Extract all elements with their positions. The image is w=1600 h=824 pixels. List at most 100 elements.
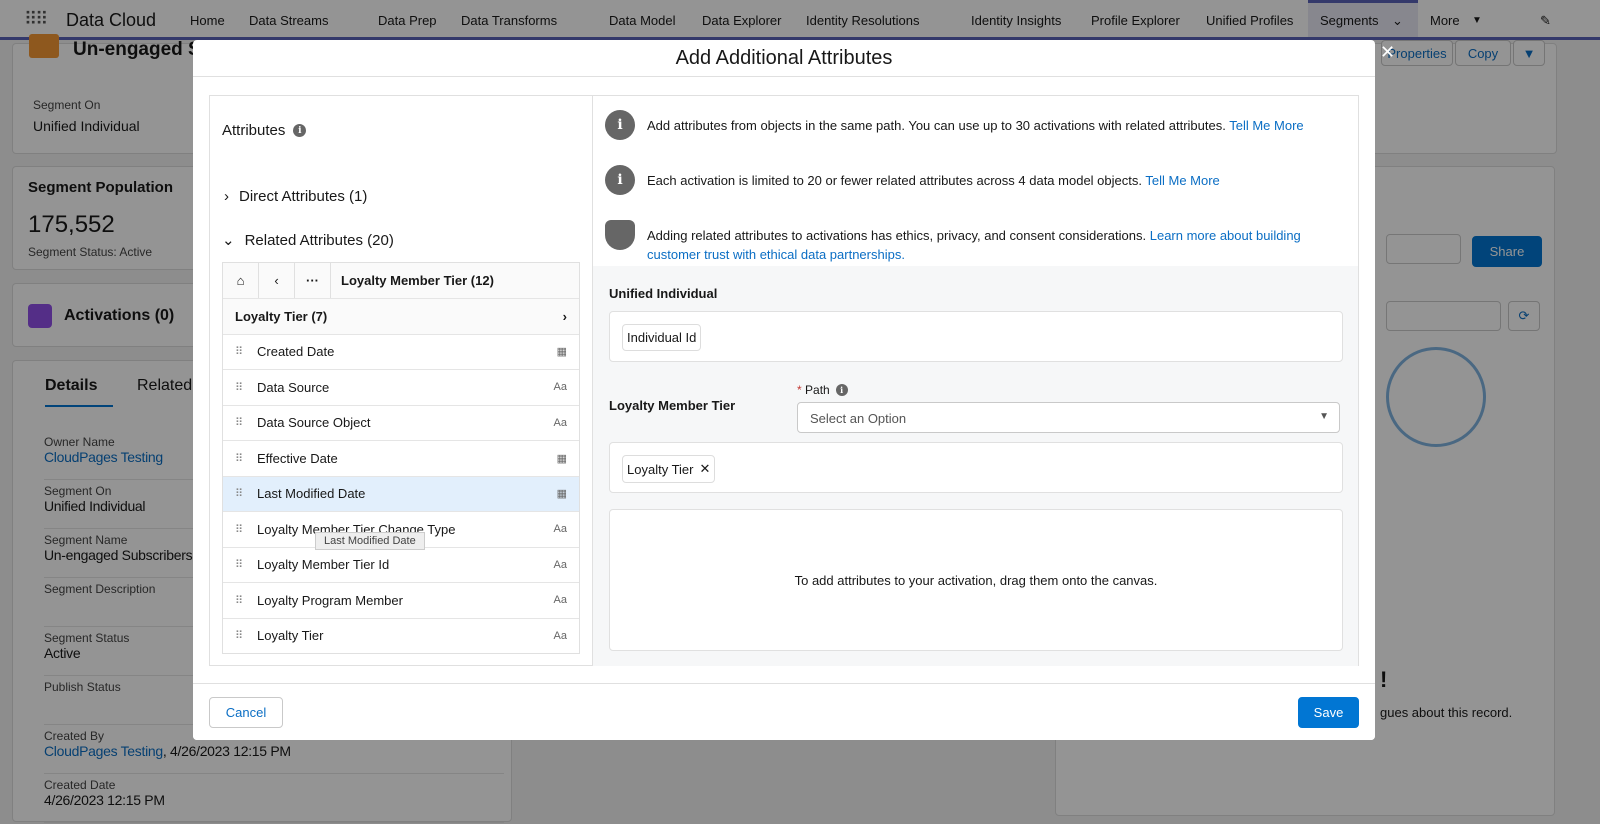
- nav-tab-data-explorer[interactable]: Data Explorer: [702, 13, 781, 28]
- direct-attributes-label: Direct Attributes (1): [239, 188, 368, 205]
- nav-tab-data-model[interactable]: Data Model: [609, 13, 675, 28]
- calendar-icon: ▦: [556, 346, 567, 359]
- field-suffix: , 4/26/2023 12:15 PM: [162, 743, 291, 759]
- activations-icon: [28, 304, 52, 328]
- attribute-tree: ⌂ ‹ ··· Loyalty Member Tier (12) Loyalty…: [222, 262, 580, 654]
- population-count: 175,552: [28, 211, 115, 238]
- related-attributes-section[interactable]: ⌄ Related Attributes (20): [222, 231, 394, 250]
- remove-icon[interactable]: ✕: [699, 461, 710, 477]
- drag-handle-icon[interactable]: ⠿: [235, 452, 257, 465]
- chevron-right-icon: ›: [224, 188, 229, 205]
- info-icon: i: [605, 165, 635, 195]
- feed-empty-title: !: [1380, 667, 1388, 692]
- attribute-row[interactable]: ⠿ Data Source Object Aa: [223, 404, 579, 441]
- unified-individual-dropzone[interactable]: Individual Id: [609, 311, 1343, 362]
- field-value: Unified Individual: [44, 498, 146, 514]
- attribute-row[interactable]: ⠿ Data Source Aa: [223, 369, 579, 405]
- caret-down-icon[interactable]: ▼: [1472, 15, 1482, 26]
- nav-tab-data-streams[interactable]: Data Streams: [249, 13, 328, 28]
- tell-me-more-link[interactable]: Tell Me More: [1145, 173, 1219, 188]
- copy-button[interactable]: Copy: [1455, 40, 1511, 66]
- home-icon[interactable]: ⌂: [223, 263, 259, 298]
- nav-tab-data-transforms[interactable]: Data Transforms: [461, 13, 557, 28]
- app-launcher-icon[interactable]: ⠿⠿: [24, 9, 48, 30]
- detail-field: Created Date 4/26/2023 12:15 PM: [44, 774, 504, 823]
- drag-handle-icon[interactable]: ⠿: [235, 345, 257, 358]
- close-icon[interactable]: ✕: [1380, 42, 1395, 63]
- tab-related[interactable]: Related: [137, 377, 192, 395]
- drag-handle-icon[interactable]: ⠿: [235, 629, 257, 642]
- record-title: Un-engaged S: [73, 39, 201, 60]
- nav-tab-data-prep[interactable]: Data Prep: [378, 13, 437, 28]
- nav-tab-unified-profiles[interactable]: Unified Profiles: [1206, 13, 1293, 28]
- chevron-down-icon[interactable]: ⌄: [1392, 13, 1403, 29]
- attribute-row[interactable]: ⠿ Loyalty Member Tier Id Aa: [223, 546, 579, 583]
- back-icon[interactable]: ‹: [259, 263, 295, 298]
- attribute-row[interactable]: ⠿ Loyalty Program Member Aa: [223, 582, 579, 618]
- attribute-name: Created Date: [257, 344, 335, 360]
- tab-details[interactable]: Details: [45, 377, 114, 407]
- top-nav: ⠿⠿ Data Cloud Home Data Streams Data Pre…: [0, 0, 1600, 40]
- drag-handle-icon[interactable]: ⠿: [235, 487, 257, 500]
- activations-title[interactable]: Activations (0): [64, 307, 174, 325]
- cancel-button[interactable]: Cancel: [209, 697, 283, 728]
- group-label: Loyalty Tier (7): [235, 308, 328, 324]
- nav-tab-home[interactable]: Home: [190, 13, 225, 28]
- drag-handle-icon[interactable]: ⠿: [235, 416, 257, 429]
- text-type-icon: Aa: [553, 523, 567, 536]
- group-row[interactable]: Loyalty Tier (7) ›: [223, 298, 579, 334]
- direct-attributes-section[interactable]: › Direct Attributes (1): [224, 188, 367, 205]
- nav-tab-identity-resolutions[interactable]: Identity Resolutions: [806, 13, 919, 28]
- modal-title: Add Additional Attributes: [193, 40, 1375, 77]
- info-icon: i: [605, 110, 635, 140]
- pill-label: Individual Id: [627, 330, 697, 345]
- info-icon[interactable]: i: [293, 124, 307, 137]
- path-placeholder: Select an Option: [810, 411, 907, 426]
- nav-tab-segments[interactable]: Segments: [1320, 13, 1379, 28]
- attributes-label: Attributes: [222, 122, 286, 139]
- field-value[interactable]: CloudPages Testing: [44, 449, 163, 465]
- attribute-row[interactable]: ⠿ Effective Date ▦: [223, 440, 579, 476]
- attribute-canvas[interactable]: Unified Individual Individual Id Loyalty…: [593, 266, 1358, 666]
- text-type-icon: Aa: [553, 381, 567, 394]
- drag-handle-icon[interactable]: ⠿: [235, 594, 257, 607]
- attribute-pill[interactable]: Loyalty Tier ✕: [622, 455, 716, 483]
- feed-empty-text: gues about this record.: [1380, 705, 1513, 720]
- feed-search-input[interactable]: [1386, 301, 1501, 331]
- attribute-name: Loyalty Program Member: [257, 592, 403, 608]
- segment-status: Segment Status: Active: [28, 245, 153, 259]
- attribute-pill[interactable]: Individual Id: [622, 324, 702, 351]
- nav-tab-identity-insights[interactable]: Identity Insights: [971, 13, 1061, 28]
- edit-icon[interactable]: ✎: [1540, 13, 1551, 29]
- attribute-row[interactable]: ⠿ Last Modified Date ▦: [223, 475, 579, 511]
- activations-card: Activations (0): [12, 283, 212, 347]
- field-label: Created Date: [44, 778, 116, 792]
- drag-handle-icon[interactable]: ⠿: [235, 381, 257, 394]
- empty-dropzone[interactable]: To add attributes to your activation, dr…: [609, 509, 1343, 651]
- loyalty-tier-dropzone[interactable]: Loyalty Tier ✕: [609, 442, 1343, 493]
- attribute-name: Loyalty Member Tier Id: [257, 557, 390, 573]
- breadcrumb: Loyalty Member Tier (12): [341, 273, 494, 288]
- nav-tab-more[interactable]: More: [1430, 13, 1460, 28]
- refresh-icon[interactable]: ⟳: [1508, 301, 1540, 331]
- tell-me-more-link[interactable]: Tell Me More: [1229, 118, 1303, 133]
- drop-hint: To add attributes to your activation, dr…: [794, 572, 1158, 588]
- info-text: Add attributes from objects in the same …: [647, 118, 1226, 133]
- more-icon[interactable]: ···: [295, 263, 331, 298]
- info-icon[interactable]: i: [835, 384, 848, 396]
- share-button[interactable]: Share: [1472, 236, 1542, 267]
- attribute-row[interactable]: ⠿ Loyalty Tier Aa: [223, 617, 579, 654]
- app-name: Data Cloud: [66, 10, 157, 30]
- attribute-row[interactable]: ⠿ Created Date ▦: [223, 333, 579, 370]
- drag-handle-icon[interactable]: ⠿: [235, 558, 257, 571]
- path-select[interactable]: Select an Option ▼: [797, 402, 1340, 433]
- save-button[interactable]: Save: [1298, 697, 1359, 728]
- more-actions-button[interactable]: ▼: [1513, 40, 1545, 66]
- calendar-icon: ▦: [556, 488, 567, 501]
- drag-handle-icon[interactable]: ⠿: [235, 523, 257, 536]
- chevron-right-icon: ›: [562, 308, 567, 324]
- pill-label: Loyalty Tier: [627, 461, 694, 477]
- field-value[interactable]: CloudPages Testing: [44, 743, 163, 759]
- post-input[interactable]: [1386, 234, 1461, 264]
- nav-tab-profile-explorer[interactable]: Profile Explorer: [1091, 13, 1180, 28]
